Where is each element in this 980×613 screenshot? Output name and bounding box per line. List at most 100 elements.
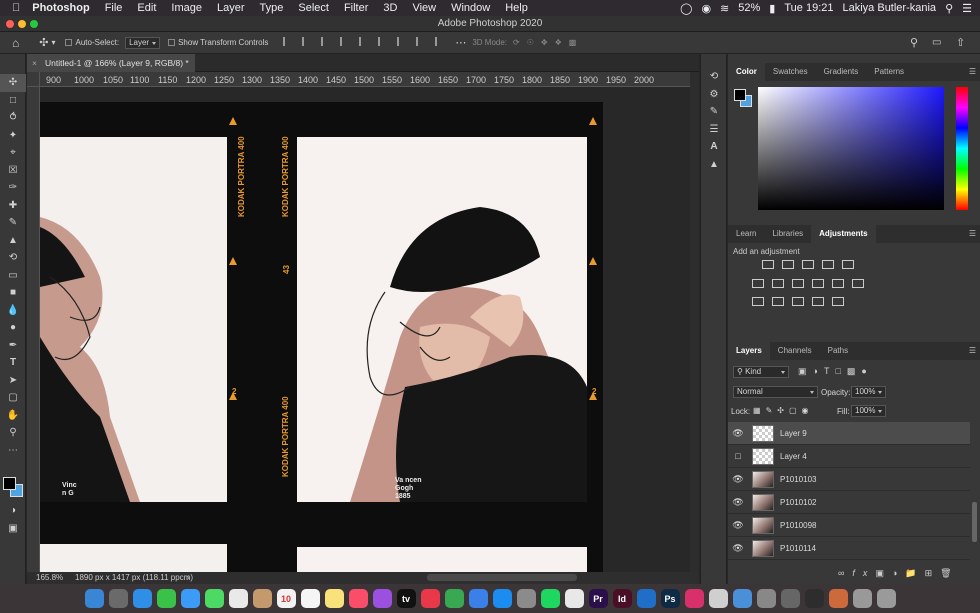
layers-scrollbar[interactable] bbox=[972, 502, 977, 542]
finder-icon[interactable] bbox=[84, 589, 104, 608]
status-menu-chevron-icon[interactable]: › bbox=[187, 572, 190, 584]
reminders-icon[interactable] bbox=[300, 589, 320, 608]
visibility-eye-icon[interactable]: 👁 bbox=[728, 543, 748, 554]
menu-image[interactable]: Image bbox=[171, 2, 202, 14]
premiere-icon[interactable]: Pr bbox=[588, 589, 608, 608]
black-white-icon[interactable] bbox=[792, 279, 804, 288]
menu-filter[interactable]: Filter bbox=[344, 2, 368, 14]
tool-preset-chevron-icon[interactable]: ▾ bbox=[51, 38, 55, 47]
zoom-tool-icon[interactable]: ⚲ bbox=[0, 424, 26, 442]
screen-mode-icon[interactable]: ▣ bbox=[0, 520, 26, 538]
align-top-icon[interactable] bbox=[340, 37, 349, 46]
menu-type[interactable]: Type bbox=[260, 2, 284, 14]
pen-tool-icon[interactable]: ✒ bbox=[0, 337, 26, 355]
share-icon[interactable]: ⇧ bbox=[956, 36, 965, 49]
exposure-icon[interactable] bbox=[822, 260, 834, 269]
photo-filter-icon[interactable] bbox=[812, 279, 824, 288]
path-selection-tool-icon[interactable]: ➤ bbox=[0, 372, 26, 390]
brush-tool-icon[interactable]: ✎ bbox=[0, 214, 26, 232]
music-icon[interactable] bbox=[348, 589, 368, 608]
delete-layer-icon[interactable]: 🗑 bbox=[940, 568, 959, 578]
minimize-window-button[interactable] bbox=[18, 20, 26, 28]
fx-icon[interactable]: fx bbox=[852, 568, 875, 578]
layer-name[interactable]: P1010114 bbox=[780, 544, 816, 553]
layer-name[interactable]: Layer 4 bbox=[780, 452, 807, 461]
menu-app-name[interactable]: Photoshop bbox=[32, 2, 89, 14]
lock-all-icon[interactable]: ◉ bbox=[802, 406, 814, 415]
posterize-icon[interactable] bbox=[772, 297, 784, 306]
align-bottom-icon[interactable] bbox=[378, 37, 387, 46]
window-icon[interactable] bbox=[804, 589, 824, 608]
layer-name[interactable]: P1010102 bbox=[780, 498, 816, 507]
levels-icon[interactable] bbox=[782, 260, 794, 269]
hue-slider[interactable] bbox=[956, 87, 968, 210]
color-lookup-icon[interactable] bbox=[852, 279, 864, 288]
menu-window[interactable]: Window bbox=[451, 2, 490, 14]
tab-patterns[interactable]: Patterns bbox=[866, 63, 912, 81]
photo-icon[interactable] bbox=[828, 589, 848, 608]
menu-select[interactable]: Select bbox=[298, 2, 329, 14]
home-icon[interactable]: ⌂ bbox=[12, 36, 19, 50]
tab-learn[interactable]: Learn bbox=[728, 225, 764, 243]
preferences-icon[interactable] bbox=[516, 589, 536, 608]
workspace-icon[interactable]: ▭ bbox=[932, 37, 941, 48]
photos-icon[interactable] bbox=[228, 589, 248, 608]
vibrance-icon[interactable] bbox=[842, 260, 854, 269]
orbit-3d-icon[interactable]: ⟳ bbox=[513, 38, 520, 47]
color-field[interactable] bbox=[758, 87, 944, 210]
more-tools-icon[interactable]: ⋯ bbox=[0, 442, 26, 460]
align-center-h-icon[interactable] bbox=[302, 37, 311, 46]
opacity-input[interactable]: 100% bbox=[851, 386, 887, 398]
threshold-icon[interactable] bbox=[792, 297, 804, 306]
layer-row-p1010114[interactable]: 👁 P1010114 bbox=[728, 537, 970, 560]
panel-menu-icon[interactable]: ☰ bbox=[969, 342, 976, 360]
fill-input[interactable]: 100% bbox=[851, 405, 887, 417]
menu-edit[interactable]: Edit bbox=[137, 2, 156, 14]
podcasts-icon[interactable] bbox=[372, 589, 392, 608]
image-icon[interactable] bbox=[756, 589, 776, 608]
user-name[interactable]: Lakiya Butler-kania bbox=[843, 2, 937, 14]
pan-3d-icon[interactable]: ✥ bbox=[541, 38, 548, 47]
close-window-button[interactable] bbox=[6, 20, 14, 28]
vertical-scrollbar[interactable] bbox=[690, 72, 699, 572]
layer-name[interactable]: Layer 9 bbox=[780, 429, 807, 438]
history-brush-tool-icon[interactable]: ⟲ bbox=[0, 249, 26, 267]
document-icon[interactable] bbox=[708, 589, 728, 608]
lasso-tool-icon[interactable]: ⥀ bbox=[0, 109, 26, 127]
color-balance-icon[interactable] bbox=[772, 279, 784, 288]
clone-stamp-tool-icon[interactable]: ▲ bbox=[0, 232, 26, 250]
spotify-icon[interactable] bbox=[540, 589, 560, 608]
calendar-icon[interactable]: 10 bbox=[276, 589, 296, 608]
tab-adjustments[interactable]: Adjustments bbox=[811, 225, 876, 243]
menu-help[interactable]: Help bbox=[505, 2, 528, 14]
align-left-icon[interactable] bbox=[283, 37, 292, 46]
align-middle-v-icon[interactable] bbox=[359, 37, 368, 46]
properties-panel-icon[interactable]: ⚙ bbox=[701, 86, 727, 104]
mail-icon[interactable] bbox=[180, 589, 200, 608]
filter-toggle-icon[interactable]: ● bbox=[861, 366, 872, 376]
dodge-tool-icon[interactable]: ● bbox=[0, 319, 26, 337]
adjustment-filter-icon[interactable]: ◑ bbox=[813, 366, 824, 376]
tab-gradients[interactable]: Gradients bbox=[816, 63, 867, 81]
move-tool-icon[interactable]: ✣ bbox=[0, 74, 26, 92]
facetime-icon[interactable] bbox=[156, 589, 176, 608]
visibility-eye-icon[interactable]: 👁 bbox=[728, 428, 748, 439]
trash-icon[interactable] bbox=[876, 589, 896, 608]
pixel-filter-icon[interactable]: ▣ bbox=[798, 366, 813, 376]
quick-select-tool-icon[interactable]: ✦ bbox=[0, 127, 26, 145]
zoom-window-button[interactable] bbox=[30, 20, 38, 28]
document-canvas[interactable]: KODAK PORTRA 400 43 KODAK PORTRA 400 2 K… bbox=[40, 87, 690, 572]
horizontal-scrollbar[interactable] bbox=[427, 574, 577, 581]
notes-icon[interactable] bbox=[324, 589, 344, 608]
eyedropper-tool-icon[interactable]: ✑ bbox=[0, 179, 26, 197]
notification-center-icon[interactable]: ☰ bbox=[962, 2, 972, 15]
document-tab[interactable]: × Untitled-1 @ 166% (Layer 9, RGB/8) * bbox=[27, 54, 195, 72]
align-right-icon[interactable] bbox=[321, 37, 330, 46]
creative-cloud-icon[interactable] bbox=[684, 589, 704, 608]
new-adjustment-icon[interactable]: ◑ bbox=[892, 568, 905, 578]
contacts-icon[interactable] bbox=[252, 589, 272, 608]
tv-icon[interactable]: tv bbox=[396, 589, 416, 608]
lock-artboard-icon[interactable]: ▢ bbox=[789, 406, 802, 415]
hand-tool-icon[interactable]: ✋ bbox=[0, 407, 26, 425]
siri-icon[interactable]: ◉ bbox=[701, 2, 711, 15]
